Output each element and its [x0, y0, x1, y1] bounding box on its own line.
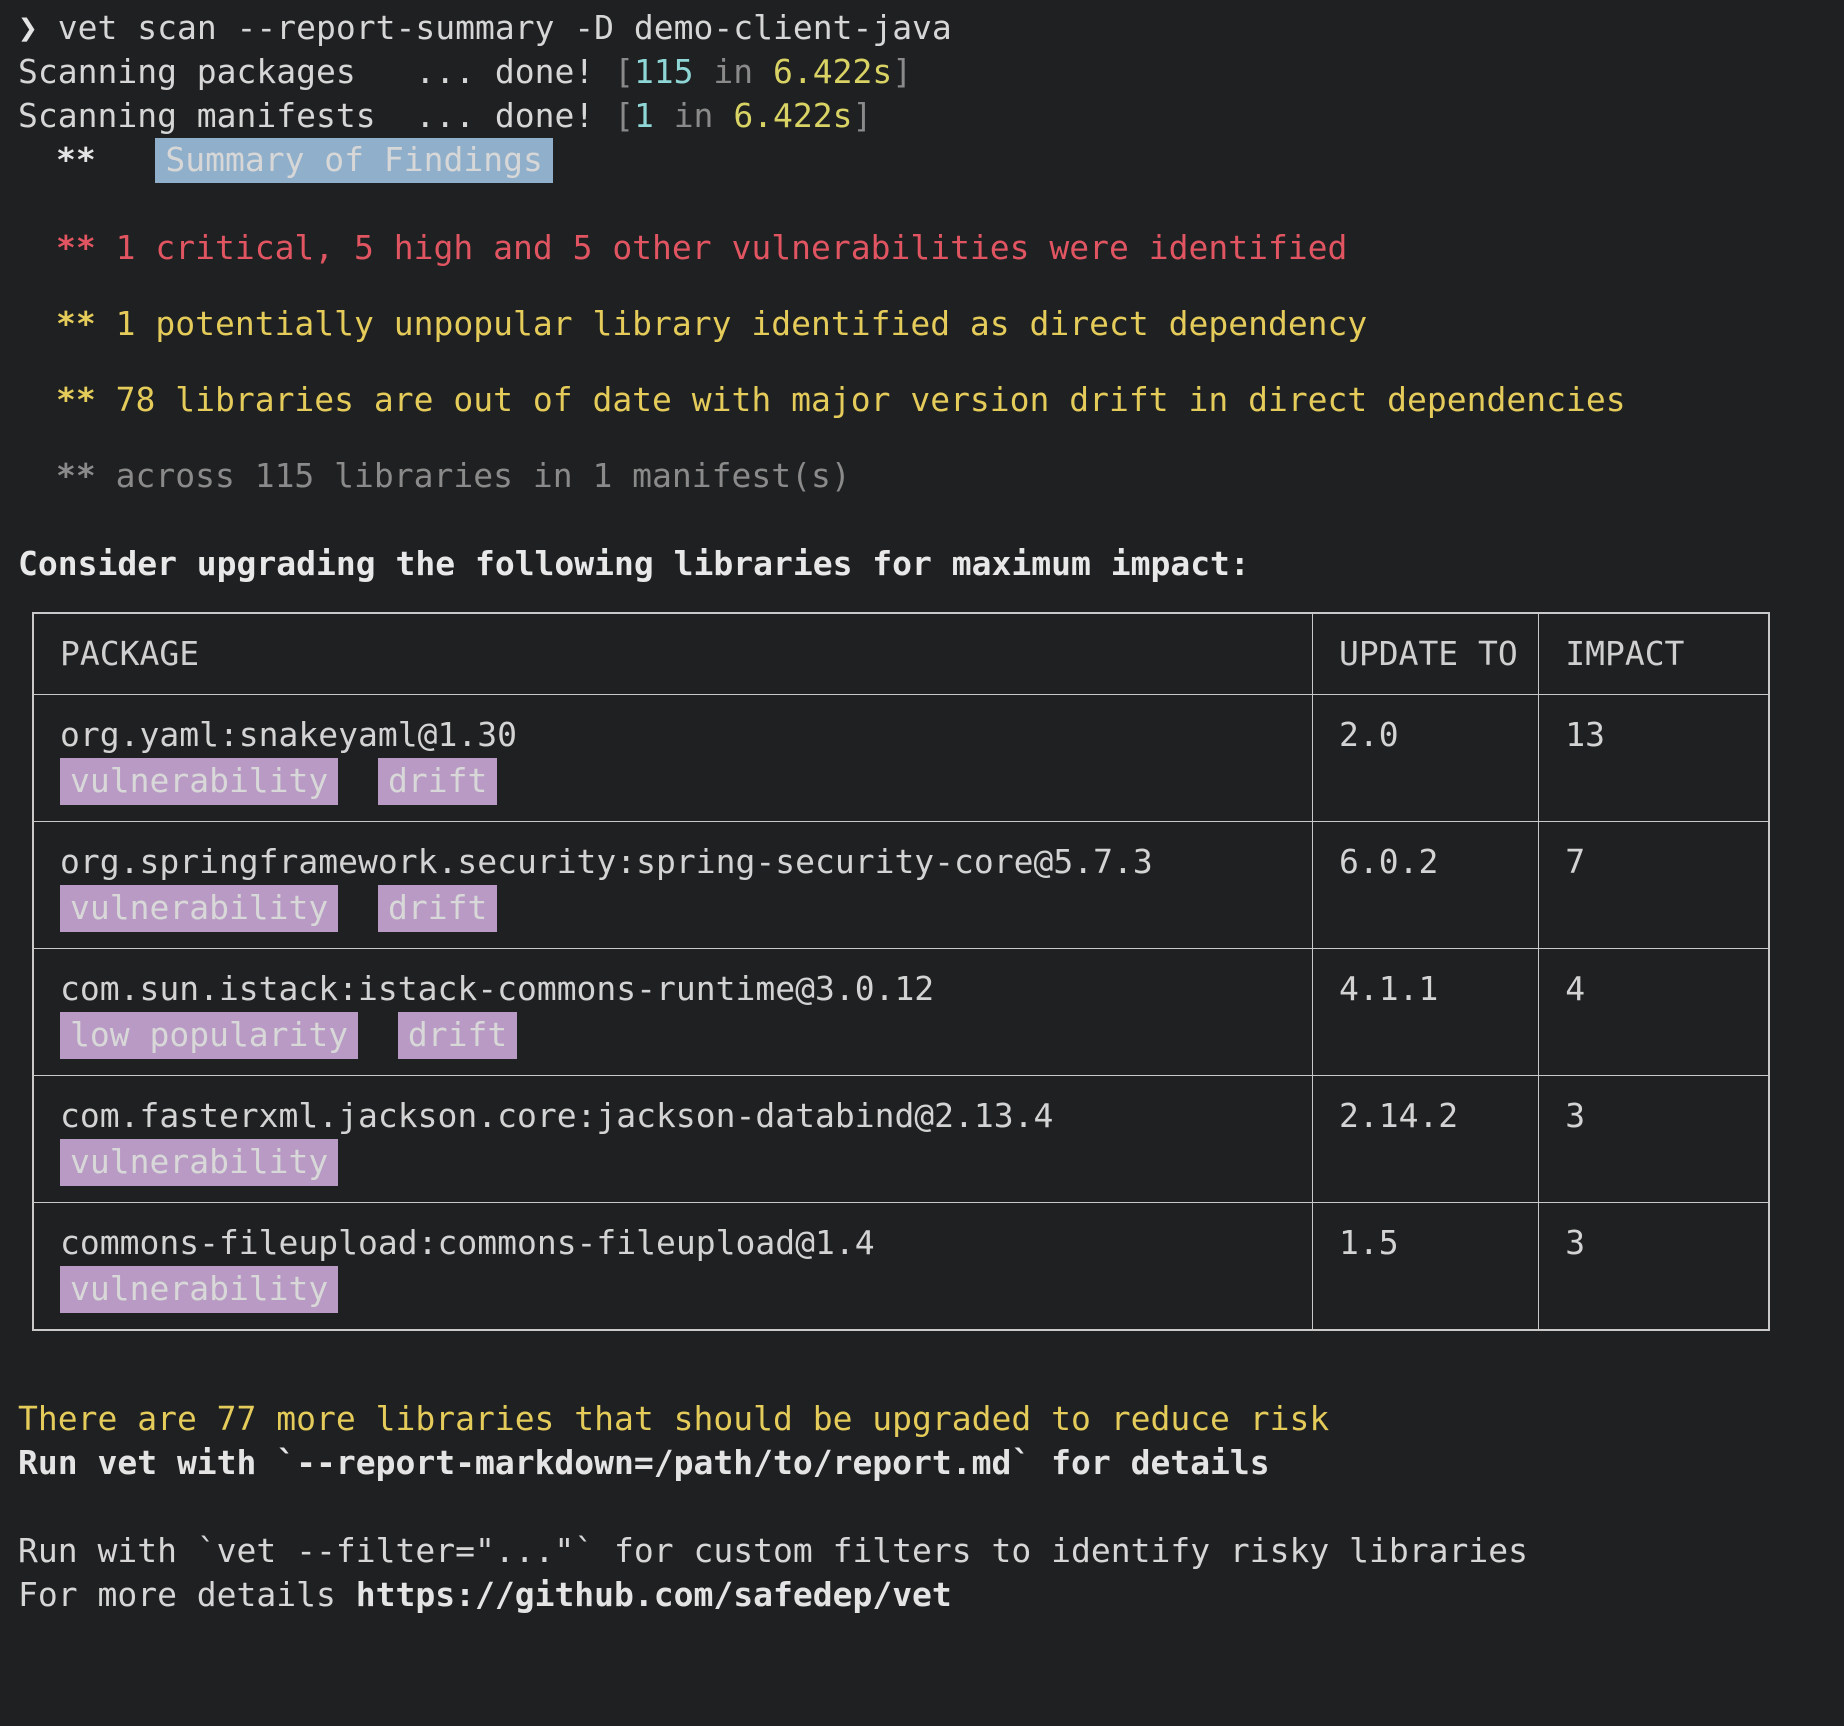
summary-item-vulnerabilities: ** 1 critical, 5 high and 5 other vulner… — [0, 226, 1844, 270]
update-to-cell: 2.14.2 — [1312, 1076, 1538, 1203]
column-header-update-to: UPDATE TO — [1312, 613, 1538, 695]
bracket-open: [ — [614, 52, 634, 91]
package-tags: vulnerability drift — [60, 759, 1312, 803]
package-tags: low popularity drift — [60, 1013, 1312, 1057]
more-details-prefix: For more details — [18, 1575, 356, 1614]
package-tags: vulnerability drift — [60, 886, 1312, 930]
bracket-close: ] — [892, 52, 912, 91]
package-cell: org.springframework.security:spring-secu… — [33, 822, 1312, 949]
scan-line-manifests: Scanning manifests ... done! [1 in 6.422… — [0, 94, 1844, 138]
summary-item-text: 1 potentially unpopular library identifi… — [116, 304, 1368, 343]
tag-badge: drift — [378, 885, 497, 932]
summary-item-unpopular: ** 1 potentially unpopular library ident… — [0, 302, 1844, 346]
summary-bullet: ** — [56, 456, 96, 495]
summary-bullet: ** — [56, 304, 96, 343]
prompt-symbol: ❯ — [18, 8, 38, 47]
summary-item-drift: ** 78 libraries are out of date with maj… — [0, 378, 1844, 422]
tag-badge: vulnerability — [60, 1266, 338, 1313]
table-row: com.sun.istack:istack-commons-runtime@3.… — [33, 949, 1769, 1076]
package-cell: com.sun.istack:istack-commons-runtime@3.… — [33, 949, 1312, 1076]
findings-table: PACKAGE UPDATE TO IMPACT org.yaml:snakey… — [32, 612, 1770, 1331]
update-to-cell: 6.0.2 — [1312, 822, 1538, 949]
consider-upgrading-heading: Consider upgrading the following librari… — [0, 542, 1844, 590]
scan-status: ... done! — [415, 96, 594, 135]
summary-bullet: ** — [56, 140, 96, 179]
run-markdown-hint: Run vet with `--report-markdown=/path/to… — [0, 1441, 1844, 1485]
package-name: org.yaml:snakeyaml@1.30 — [60, 713, 1312, 757]
package-name: com.fasterxml.jackson.core:jackson-datab… — [60, 1094, 1312, 1138]
bracket-open: [ — [614, 96, 634, 135]
update-to-cell: 4.1.1 — [1312, 949, 1538, 1076]
package-cell: org.yaml:snakeyaml@1.30 vulnerability dr… — [33, 695, 1312, 822]
table-row: org.yaml:snakeyaml@1.30 vulnerability dr… — [33, 695, 1769, 822]
run-filter-hint: Run with `vet --filter="..."` for custom… — [0, 1529, 1844, 1573]
scan-line-packages: Scanning packages ... done! [115 in 6.42… — [0, 50, 1844, 94]
package-name: com.sun.istack:istack-commons-runtime@3.… — [60, 967, 1312, 1011]
package-name: commons-fileupload:commons-fileupload@1.… — [60, 1221, 1312, 1265]
terminal-output: ❯ vet scan --report-summary -D demo-clie… — [0, 0, 1844, 1617]
impact-cell: 4 — [1539, 949, 1769, 1076]
scan-status: ... done! — [415, 52, 594, 91]
summary-of-findings-title: Summary of Findings — [155, 138, 553, 183]
command-line: ❯ vet scan --report-summary -D demo-clie… — [0, 6, 1844, 50]
tag-badge: drift — [378, 758, 497, 805]
impact-cell: 3 — [1539, 1203, 1769, 1331]
project-url[interactable]: https://github.com/safedep/vet — [356, 1575, 952, 1614]
summary-item-text: across 115 libraries in 1 manifest(s) — [116, 456, 851, 495]
tag-badge: vulnerability — [60, 1139, 338, 1186]
tag-badge: vulnerability — [60, 758, 338, 805]
tag-badge: low popularity — [60, 1012, 358, 1059]
scan-label: Scanning packages — [18, 52, 356, 91]
column-header-impact: IMPACT — [1539, 613, 1769, 695]
scan-duration: 6.422s — [773, 52, 892, 91]
summary-item-text: 78 libraries are out of date with major … — [116, 380, 1626, 419]
impact-cell: 13 — [1539, 695, 1769, 822]
summary-item-text: 1 critical, 5 high and 5 other vulnerabi… — [116, 228, 1348, 267]
tag-badge: vulnerability — [60, 885, 338, 932]
more-libraries-note: There are 77 more libraries that should … — [0, 1397, 1844, 1441]
scan-in-word: in — [713, 52, 753, 91]
package-name: org.springframework.security:spring-secu… — [60, 840, 1312, 884]
table-row: commons-fileupload:commons-fileupload@1.… — [33, 1203, 1769, 1331]
bracket-close: ] — [853, 96, 873, 135]
scan-count: 1 — [634, 96, 654, 135]
more-details-line: For more details https://github.com/safe… — [0, 1573, 1844, 1617]
package-tags: vulnerability — [60, 1140, 1312, 1184]
tag-badge: drift — [398, 1012, 517, 1059]
command-text: vet scan --report-summary -D demo-client… — [58, 8, 952, 47]
scan-count: 115 — [634, 52, 694, 91]
table-header-row: PACKAGE UPDATE TO IMPACT — [33, 613, 1769, 695]
package-cell: com.fasterxml.jackson.core:jackson-datab… — [33, 1076, 1312, 1203]
scan-duration: 6.422s — [733, 96, 852, 135]
package-cell: commons-fileupload:commons-fileupload@1.… — [33, 1203, 1312, 1331]
package-tags: vulnerability — [60, 1267, 1312, 1311]
scan-label: Scanning manifests — [18, 96, 376, 135]
summary-bullet: ** — [56, 380, 96, 419]
table-row: com.fasterxml.jackson.core:jackson-datab… — [33, 1076, 1769, 1203]
summary-bullet: ** — [56, 228, 96, 267]
update-to-cell: 1.5 — [1312, 1203, 1538, 1331]
impact-cell: 3 — [1539, 1076, 1769, 1203]
update-to-cell: 2.0 — [1312, 695, 1538, 822]
column-header-package: PACKAGE — [33, 613, 1312, 695]
summary-item-scope: ** across 115 libraries in 1 manifest(s) — [0, 454, 1844, 498]
findings-table-wrapper: PACKAGE UPDATE TO IMPACT org.yaml:snakey… — [0, 612, 1844, 1331]
scan-in-word: in — [674, 96, 714, 135]
summary-header-line: ** Summary of Findings — [0, 138, 1844, 182]
impact-cell: 7 — [1539, 822, 1769, 949]
table-row: org.springframework.security:spring-secu… — [33, 822, 1769, 949]
